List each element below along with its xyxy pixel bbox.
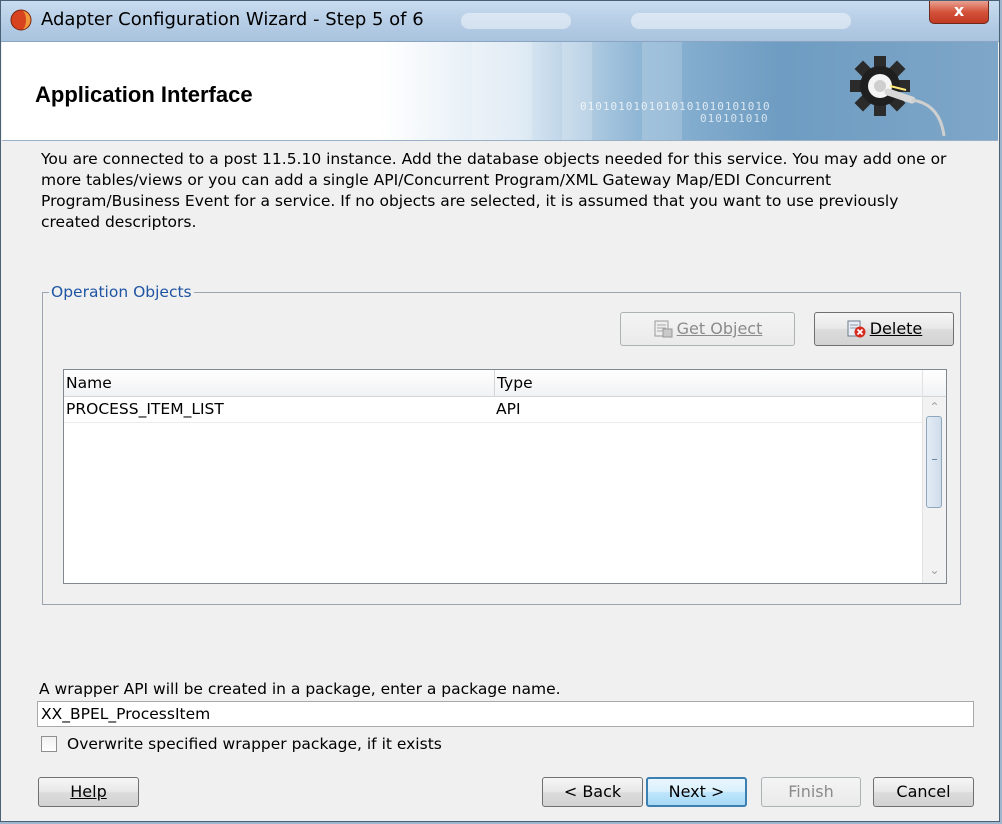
delete-icon (847, 320, 866, 338)
back-label: < Back (563, 782, 622, 801)
background-tab-ghost (461, 13, 571, 29)
finish-button[interactable]: Finish (761, 777, 861, 807)
table-vertical-scrollbar[interactable]: ⌃ ⌄ (922, 370, 946, 583)
close-button[interactable]: x (929, 1, 989, 24)
column-header-name[interactable]: Name (64, 370, 494, 396)
background-tab-ghost (631, 13, 851, 29)
overwrite-package-label[interactable]: Overwrite specified wrapper package, if … (67, 735, 442, 753)
cell-type: API (496, 400, 521, 418)
cancel-button[interactable]: Cancel (873, 777, 974, 807)
delete-label: Delete (869, 319, 923, 338)
operation-objects-label: Operation Objects (49, 283, 194, 301)
column-header-type[interactable]: Type (494, 370, 925, 396)
scroll-down-icon[interactable]: ⌄ (923, 560, 946, 580)
banner-binary-text: 010101010 (700, 112, 769, 125)
get-object-button[interactable]: Get Object (620, 312, 795, 346)
help-button[interactable]: Help (38, 777, 139, 807)
page-title: Application Interface (35, 82, 253, 107)
header-banner: 0101010101010101010101010 010101010 Appl… (2, 42, 998, 141)
next-button[interactable]: Next > (646, 777, 747, 807)
table-header: Name Type (64, 370, 924, 397)
help-label: Help (70, 782, 107, 801)
wizard-window: Adapter Configuration Wizard - Step 5 of… (0, 0, 1000, 822)
finish-label: Finish (788, 782, 834, 801)
oracle-jdeveloper-icon (10, 9, 32, 31)
package-name-input[interactable] (37, 701, 974, 727)
scroll-up-icon[interactable]: ⌃ (923, 397, 946, 417)
window-title: Adapter Configuration Wizard - Step 5 of… (41, 9, 424, 30)
next-label: Next > (668, 782, 725, 801)
overwrite-package-checkbox[interactable] (41, 736, 57, 752)
package-name-label: A wrapper API will be created in a packa… (39, 680, 561, 698)
operation-objects-table[interactable]: Name Type PROCESS_ITEM_LIST API ⌃ ⌄ (63, 369, 947, 584)
gear-plug-icon (850, 56, 946, 137)
wizard-description: You are connected to a post 11.5.10 inst… (41, 150, 947, 231)
cancel-label: Cancel (896, 782, 951, 801)
get-object-label: Get Object (676, 319, 763, 338)
cell-name: PROCESS_ITEM_LIST (66, 400, 224, 418)
title-bar: Adapter Configuration Wizard - Step 5 of… (1, 1, 999, 42)
table-row[interactable]: PROCESS_ITEM_LIST API (64, 397, 924, 423)
scrollbar-thumb[interactable] (926, 416, 942, 508)
get-object-icon (654, 320, 673, 338)
delete-button[interactable]: Delete (814, 312, 954, 346)
back-button[interactable]: < Back (542, 777, 643, 807)
